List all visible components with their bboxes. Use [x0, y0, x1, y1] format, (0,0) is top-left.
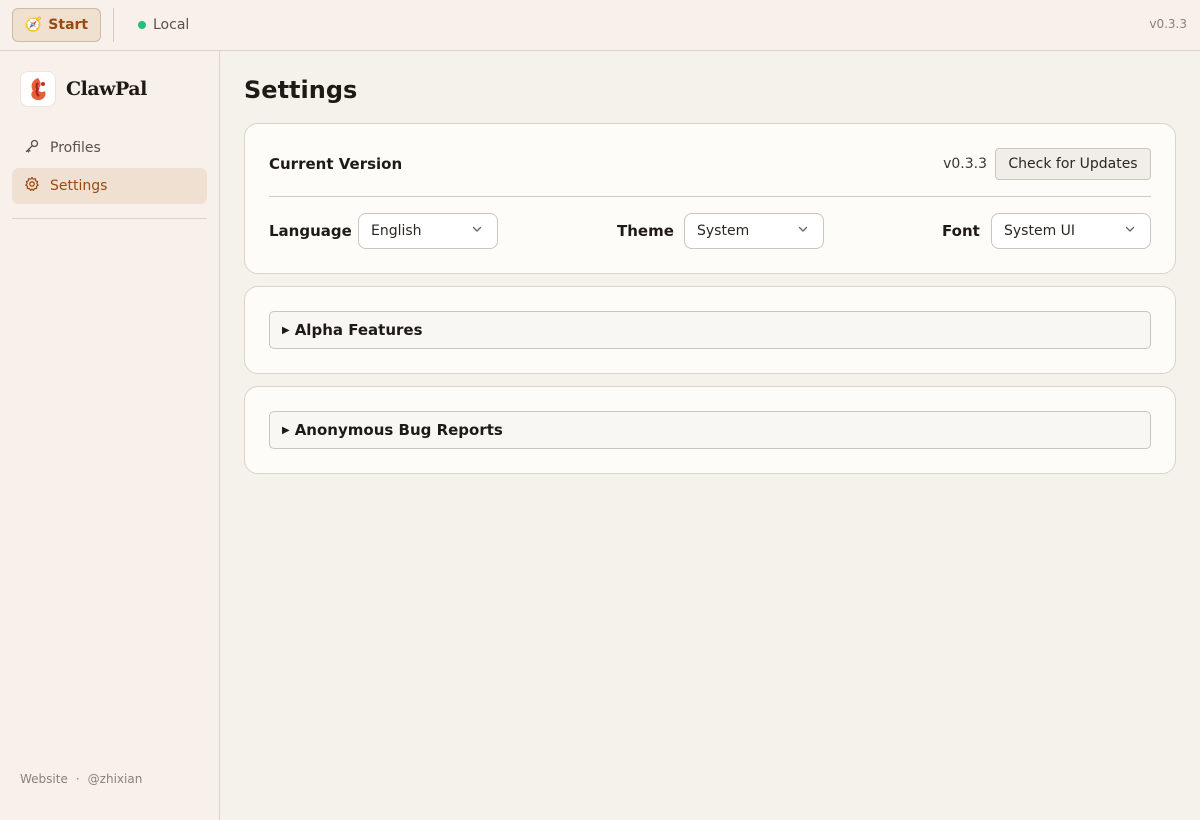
chevron-down-icon — [471, 223, 483, 239]
alpha-features-toggle[interactable]: ▶ Alpha Features — [269, 311, 1151, 349]
font-label: Font — [942, 222, 980, 240]
font-select[interactable]: System UI — [991, 213, 1151, 249]
topbar-divider — [113, 8, 114, 42]
brand[interactable]: ClawPal — [20, 71, 147, 107]
footer-separator: · — [75, 772, 80, 786]
bug-reports-label: Anonymous Bug Reports — [294, 421, 503, 439]
settings-card: Current Version v0.3.3 Check for Updates… — [244, 123, 1176, 274]
chevron-down-icon — [1124, 223, 1136, 239]
card-divider — [269, 196, 1151, 197]
local-label: Local — [153, 17, 190, 33]
sidebar: ClawPal Profiles Settings Website · @zhi… — [0, 51, 220, 820]
page-title: Settings — [244, 76, 358, 104]
key-icon — [24, 138, 40, 158]
sidebar-divider — [12, 218, 207, 219]
start-label: Start — [48, 17, 89, 33]
top-bar: 🧭 Start Local v0.3.3 — [0, 0, 1200, 51]
sidebar-footer: Website · @zhixian — [20, 772, 142, 786]
font-select-value: System UI — [1004, 223, 1076, 239]
chevron-down-icon — [797, 223, 809, 239]
sidebar-item-label: Profiles — [50, 140, 101, 156]
website-link[interactable]: Website — [20, 772, 68, 786]
bug-reports-card: ▶ Anonymous Bug Reports — [244, 386, 1176, 474]
gear-icon — [24, 176, 40, 196]
language-label: Language — [269, 222, 352, 240]
current-version-value: v0.3.3 — [943, 156, 987, 172]
current-version-label: Current Version — [269, 155, 403, 173]
clawpal-logo-icon — [20, 71, 56, 107]
compass-icon: 🧭 — [24, 17, 43, 33]
local-instance-tab[interactable]: Local — [138, 8, 189, 42]
theme-select-value: System — [697, 223, 750, 239]
bug-reports-toggle[interactable]: ▶ Anonymous Bug Reports — [269, 411, 1151, 449]
sidebar-item-settings[interactable]: Settings — [12, 168, 207, 204]
language-select[interactable]: English — [358, 213, 498, 249]
alpha-features-card: ▶ Alpha Features — [244, 286, 1176, 374]
app-version: v0.3.3 — [1149, 17, 1187, 31]
start-button[interactable]: 🧭 Start — [12, 8, 101, 42]
theme-select[interactable]: System — [684, 213, 824, 249]
status-dot-icon — [138, 21, 146, 29]
disclosure-triangle-icon: ▶ — [282, 424, 290, 436]
author-handle-link[interactable]: @zhixian — [88, 772, 143, 786]
brand-name: ClawPal — [66, 78, 147, 100]
sidebar-item-profiles[interactable]: Profiles — [12, 130, 207, 166]
theme-label: Theme — [617, 222, 674, 240]
check-for-updates-button[interactable]: Check for Updates — [995, 148, 1151, 180]
alpha-features-label: Alpha Features — [294, 321, 423, 339]
language-select-value: English — [371, 223, 422, 239]
sidebar-item-label: Settings — [50, 178, 108, 194]
disclosure-triangle-icon: ▶ — [282, 324, 290, 336]
